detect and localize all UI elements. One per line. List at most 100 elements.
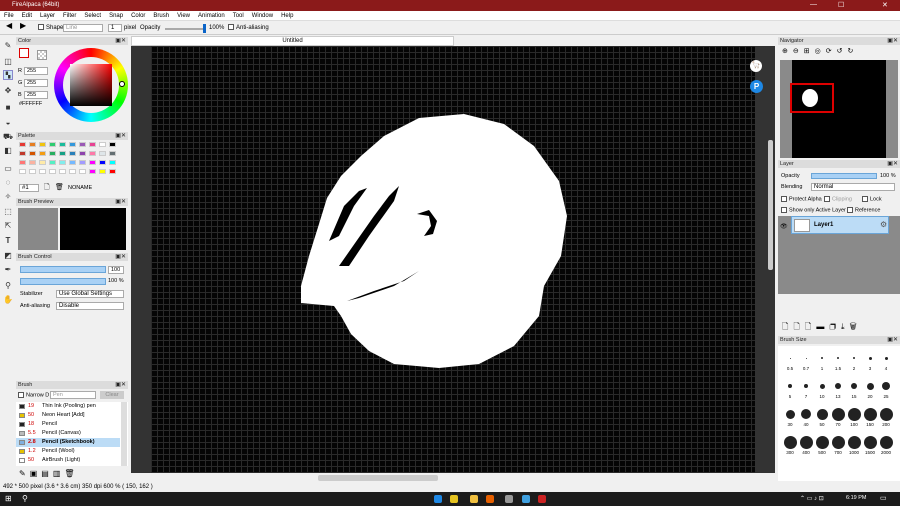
brush-size-dot[interactable] — [835, 383, 841, 389]
brush-size-dot[interactable] — [847, 407, 861, 421]
palette-swatch[interactable] — [69, 160, 76, 165]
brush-size-dot[interactable] — [847, 435, 861, 449]
panel-menu-icon[interactable]: ▣✕ — [887, 336, 898, 344]
protect-alpha-checkbox[interactable] — [781, 196, 787, 202]
new-1bit-layer-icon[interactable]: 🗋 — [805, 322, 816, 331]
blending-select[interactable]: Normal — [811, 183, 895, 191]
duplicate-layer-icon[interactable]: ❐ — [829, 322, 841, 331]
palette-swatch[interactable] — [49, 142, 56, 147]
menu-snap[interactable]: Snap — [105, 11, 127, 21]
bucket-tool-icon[interactable]: ◒ — [3, 118, 13, 128]
menu-help[interactable]: Help — [277, 11, 297, 21]
primary-color-swatch[interactable] — [19, 48, 29, 58]
dot-pen-tool-icon[interactable]: ▚ — [3, 70, 13, 80]
notification-icon[interactable]: ▭ — [880, 494, 887, 502]
brush-list-item[interactable]: 19 Thin Ink (Pooling) pen — [16, 402, 120, 411]
palette-swatch[interactable] — [29, 142, 36, 147]
palette-index-select[interactable]: #1 — [19, 184, 39, 192]
palette-swatch[interactable] — [99, 151, 106, 156]
menu-layer[interactable]: Layer — [36, 11, 59, 21]
fill-rect-tool-icon[interactable]: ■ — [3, 103, 13, 113]
rotate-left-icon[interactable]: ↺ — [837, 48, 848, 55]
navigator-viewport[interactable] — [790, 83, 834, 113]
palette-swatch[interactable] — [59, 169, 66, 174]
brush-size-dot[interactable] — [879, 407, 893, 421]
eyedropper-tool-icon[interactable]: ⚲ — [3, 281, 13, 291]
pen-tool-icon[interactable]: ✒ — [3, 265, 13, 275]
panel-menu-icon[interactable]: ▣✕ — [115, 253, 126, 261]
panel-menu-icon[interactable]: ▣✕ — [115, 132, 126, 140]
palette-swatch[interactable] — [59, 151, 66, 156]
brush-size-dot[interactable] — [884, 356, 888, 360]
maximize-button[interactable]: ☐ — [838, 1, 844, 9]
brush-size-dot[interactable] — [783, 435, 797, 449]
menu-file[interactable]: File — [0, 11, 18, 21]
hue-handle[interactable] — [119, 81, 125, 87]
search-icon[interactable]: ⚲ — [22, 494, 28, 503]
brush-size-dot[interactable] — [882, 382, 890, 390]
blue-field[interactable]: 255 — [24, 91, 48, 99]
brush-size-dot[interactable] — [788, 384, 792, 388]
antialias-checkbox[interactable] — [228, 24, 234, 31]
palette-swatch[interactable] — [109, 151, 116, 156]
file-explorer-icon[interactable] — [470, 495, 478, 503]
show-active-layer-checkbox[interactable] — [781, 207, 787, 213]
palette-swatch[interactable] — [99, 142, 106, 147]
canvas-area[interactable]: 🦙 P — [131, 46, 775, 473]
palette-swatch[interactable] — [79, 142, 86, 147]
new-layer-icon[interactable]: 🗋 — [782, 322, 793, 331]
reference-checkbox[interactable] — [847, 207, 853, 213]
palette-swatch[interactable] — [29, 151, 36, 156]
brush-size-dot[interactable] — [789, 357, 791, 359]
brush-size-dot[interactable] — [821, 357, 823, 359]
palette-swatch[interactable] — [49, 169, 56, 174]
menu-window[interactable]: Window — [248, 11, 277, 21]
brush-filter-input[interactable]: Pen — [50, 391, 96, 399]
prev-frame-icon[interactable]: ◀ — [6, 22, 12, 30]
lock-checkbox[interactable] — [862, 196, 868, 202]
menu-filter[interactable]: Filter — [59, 11, 80, 21]
palette-swatch[interactable] — [49, 151, 56, 156]
layer-visibility-icon[interactable]: 👁 — [780, 223, 788, 230]
menu-brush[interactable]: Brush — [149, 11, 173, 21]
next-frame-icon[interactable]: ▶ — [20, 22, 26, 30]
narrow-down-checkbox[interactable] — [18, 392, 24, 398]
palette-swatch[interactable] — [39, 142, 46, 147]
saturation-value-square[interactable] — [70, 64, 112, 106]
menu-select[interactable]: Select — [80, 11, 105, 21]
eraser-tool-icon[interactable]: ◫ — [3, 57, 13, 67]
lasso-tool-icon[interactable]: ◌ — [3, 178, 13, 188]
new-palette-icon[interactable]: 🗋 — [44, 184, 50, 191]
alpaca-mascot-icon[interactable]: 🦙 — [750, 60, 762, 72]
text-tool-icon[interactable]: T — [3, 236, 13, 246]
shape-select[interactable]: Line — [63, 24, 103, 32]
firealpaca-taskbar-icon[interactable] — [538, 495, 546, 503]
stabilizer-select[interactable]: Use Global Settings — [56, 290, 124, 298]
palette-swatch[interactable] — [39, 151, 46, 156]
brush-folder-icon[interactable]: ▣ — [30, 469, 42, 478]
palette-swatch[interactable] — [69, 169, 76, 174]
brush-opacity-slider[interactable] — [20, 278, 106, 285]
menu-edit[interactable]: Edit — [18, 11, 36, 21]
app-icon[interactable] — [522, 495, 530, 503]
brush-clear-button[interactable]: Clear — [100, 391, 124, 399]
palette-swatch[interactable] — [39, 169, 46, 174]
brush-list-item[interactable]: 1.2 Pencil (Wool) — [16, 447, 120, 456]
opacity-slider[interactable] — [165, 28, 205, 30]
firefox-icon[interactable] — [486, 495, 494, 503]
panel-menu-icon[interactable]: ▣✕ — [115, 381, 126, 389]
layer-row[interactable]: Layer1 ⚙ — [791, 216, 889, 234]
brush-size-dot[interactable] — [851, 383, 857, 389]
delete-brush-icon[interactable]: 🗑 — [64, 469, 78, 478]
menu-tool[interactable]: Tool — [229, 11, 248, 21]
brush-list-item[interactable]: 18 Pencil — [16, 420, 120, 429]
brush-size-dot[interactable] — [816, 408, 828, 420]
palette-swatch[interactable] — [109, 160, 116, 165]
palette-swatch[interactable] — [39, 160, 46, 165]
close-button[interactable]: ✕ — [882, 1, 888, 9]
brush-size-dot[interactable] — [868, 356, 872, 360]
new-8bit-layer-icon[interactable]: 🗋 — [793, 322, 804, 331]
brush-size-dot[interactable] — [801, 409, 811, 419]
palette-swatch[interactable] — [89, 160, 96, 165]
palette-swatch[interactable] — [109, 169, 116, 174]
